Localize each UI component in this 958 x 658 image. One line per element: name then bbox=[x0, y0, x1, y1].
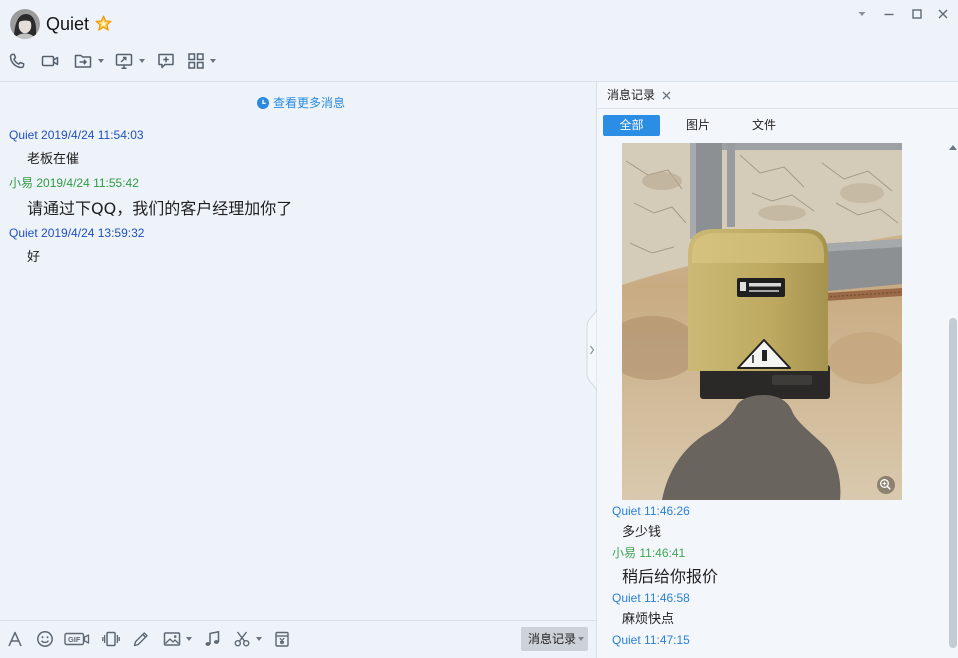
video-icon[interactable] bbox=[41, 52, 59, 70]
red-packet-icon[interactable] bbox=[273, 630, 291, 648]
shake-icon[interactable] bbox=[102, 630, 120, 648]
sender-name[interactable]: Quiet bbox=[612, 504, 641, 518]
pen-icon[interactable] bbox=[132, 630, 150, 648]
message-text: 麻烦快点 bbox=[622, 612, 675, 627]
message-plus-icon[interactable] bbox=[157, 52, 175, 70]
filter-images[interactable]: 图片 bbox=[680, 115, 716, 136]
close-icon[interactable] bbox=[938, 9, 948, 19]
title-bar: Quiet bbox=[0, 0, 958, 82]
image-dropdown-icon[interactable] bbox=[186, 637, 192, 641]
tab-label: 消息记录 bbox=[607, 88, 656, 102]
message-time: 11:46:41 bbox=[639, 546, 686, 560]
minimize-icon[interactable] bbox=[884, 9, 894, 19]
sender-name[interactable]: Quiet bbox=[612, 633, 641, 647]
input-toolbar: GIF 消息记录 bbox=[0, 620, 596, 658]
message-text: 稍后给你报价 bbox=[622, 567, 719, 586]
maximize-icon[interactable] bbox=[912, 9, 922, 19]
message-time: 11:46:26 bbox=[644, 504, 690, 518]
history-tab-bar: 消息记录 bbox=[597, 82, 958, 109]
scroll-up-arrow-icon[interactable] bbox=[949, 145, 957, 150]
sender-name[interactable]: 小易 bbox=[9, 176, 33, 190]
message-header: Quiet 11:47:15 bbox=[612, 632, 690, 648]
screen-share-dropdown-icon[interactable] bbox=[139, 59, 145, 63]
message-time: 11:46:58 bbox=[644, 591, 690, 605]
message-header: 小易 11:46:41 bbox=[612, 545, 685, 561]
chat-photo[interactable] bbox=[622, 143, 902, 500]
menu-dropdown-icon[interactable] bbox=[857, 9, 867, 19]
scissors-dropdown-icon[interactable] bbox=[256, 637, 262, 641]
message-header: Quiet 2019/4/24 13:59:32 bbox=[9, 225, 144, 241]
message-time: 2019/4/24 11:54:03 bbox=[41, 128, 144, 142]
message-history-button[interactable]: 消息记录 bbox=[521, 627, 588, 651]
music-icon[interactable] bbox=[203, 630, 221, 648]
message-text: 好 bbox=[27, 250, 41, 265]
history-scrollbar[interactable] bbox=[948, 140, 958, 658]
chevron-down-icon bbox=[578, 637, 584, 641]
apps-grid-icon[interactable] bbox=[187, 52, 205, 70]
sender-name[interactable]: 小易 bbox=[612, 546, 636, 560]
chat-pane: 查看更多消息 Quiet 2019/4/24 11:54:03 老板在催 小易 … bbox=[0, 82, 596, 658]
message-time: 11:47:15 bbox=[644, 633, 690, 647]
file-transfer-dropdown-icon[interactable] bbox=[98, 59, 104, 63]
sender-name[interactable]: Quiet bbox=[612, 591, 641, 605]
message-history-panel: 消息记录 全部 图片 文件 Quiet 11:46:26 多少钱 小易 11:4… bbox=[596, 82, 958, 658]
message-header: Quiet 11:46:58 bbox=[612, 590, 690, 606]
view-more-messages-link[interactable]: 查看更多消息 bbox=[257, 96, 345, 110]
message-time: 2019/4/24 13:59:32 bbox=[41, 226, 145, 240]
contact-name[interactable]: Quiet bbox=[46, 12, 89, 36]
history-message-list: Quiet 11:46:26 多少钱 小易 11:46:41 稍后给你报价 Qu… bbox=[597, 140, 947, 658]
message-text: 多少钱 bbox=[622, 525, 662, 540]
message-text: 请通过下QQ，我们的客户经理加你了 bbox=[27, 199, 293, 218]
screen-share-icon[interactable] bbox=[115, 52, 133, 70]
folder-transfer-icon[interactable] bbox=[74, 52, 92, 70]
sender-name[interactable]: Quiet bbox=[9, 226, 38, 240]
scrollbar-thumb[interactable] bbox=[949, 318, 957, 648]
phone-icon[interactable] bbox=[8, 52, 26, 70]
clock-icon bbox=[257, 97, 269, 109]
close-icon[interactable] bbox=[662, 91, 671, 100]
sender-name[interactable]: Quiet bbox=[9, 128, 38, 142]
apps-dropdown-icon[interactable] bbox=[210, 59, 216, 63]
tab-message-history[interactable]: 消息记录 bbox=[607, 86, 671, 105]
gif-label: GIF bbox=[68, 635, 81, 644]
gif-icon[interactable]: GIF bbox=[64, 630, 90, 648]
message-history-button-label: 消息记录 bbox=[528, 632, 577, 646]
message-header: Quiet 11:46:26 bbox=[612, 503, 690, 519]
panel-collapse-handle[interactable] bbox=[586, 307, 597, 393]
emoji-icon[interactable] bbox=[36, 630, 54, 648]
message-time: 2019/4/24 11:55:42 bbox=[36, 176, 139, 190]
font-icon[interactable] bbox=[6, 630, 24, 648]
vip-star-icon[interactable] bbox=[95, 15, 112, 32]
scissors-icon[interactable] bbox=[233, 630, 251, 648]
view-more-messages-label: 查看更多消息 bbox=[273, 96, 346, 110]
message-text: 老板在催 bbox=[27, 152, 80, 167]
zoom-in-icon bbox=[877, 476, 895, 494]
image-icon[interactable] bbox=[163, 630, 181, 648]
message-header: 小易 2019/4/24 11:55:42 bbox=[9, 175, 139, 191]
message-header: Quiet 2019/4/24 11:54:03 bbox=[9, 127, 144, 143]
filter-files[interactable]: 文件 bbox=[746, 115, 782, 136]
avatar[interactable] bbox=[10, 9, 40, 39]
filter-all[interactable]: 全部 bbox=[603, 115, 660, 136]
